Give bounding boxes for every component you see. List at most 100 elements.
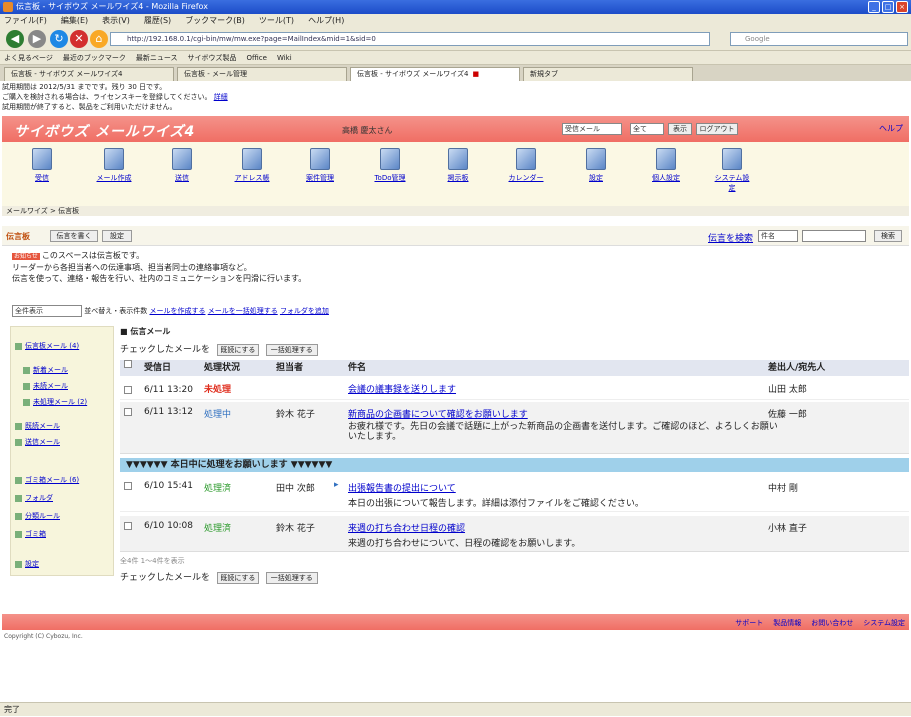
col-subject[interactable]: 件名 [348,360,366,376]
icon-label: 受信 [35,174,49,182]
select-all-checkbox[interactable] [124,360,132,368]
close-tab-icon[interactable]: ■ [472,70,479,78]
footer-link[interactable]: 製品情報 [773,618,801,628]
compose-icon[interactable]: メール作成 [94,148,134,183]
bookmark-item[interactable]: 最近のブックマーク [63,51,126,64]
settings-icon[interactable]: 設定 [576,148,616,183]
search-field-select[interactable]: 件名 [758,230,798,242]
col-status[interactable]: 処理状況 [204,360,240,376]
system-settings-icon[interactable]: システム設定 [712,148,752,193]
sidebar-item-unread[interactable]: 未読メール [23,381,68,391]
close-button[interactable]: × [896,1,908,13]
table-row[interactable]: 6/11 13:12 処理中 鈴木 花子 新商品の企画書について確認をお願いしま… [120,402,909,454]
footer-link[interactable]: お問い合わせ [811,618,853,628]
info-detail-link[interactable]: 詳細 [214,93,228,101]
table-header: 受信日 処理状況 担当者 件名 差出人/宛先人 [120,360,909,376]
bookmark-item[interactable]: Wiki [277,51,292,64]
icon-label: システム設定 [714,174,750,192]
case-icon[interactable]: 案件管理 [300,148,340,183]
mail-subject[interactable]: 会議の議事録を送りします [348,380,456,400]
write-message-button[interactable]: 伝言を書く [50,230,98,242]
bookmark-item[interactable]: 最新ニュース [136,51,178,64]
menu-history[interactable]: 履歴(S) [144,14,171,27]
sidebar-item-rules[interactable]: 分類ルール [15,511,60,521]
mail-subject[interactable]: 新商品の企画書について確認をお願いします [348,407,528,420]
table-row[interactable]: 6/10 15:41 処理済 田中 次郎 ▸ 出張報告書の提出について 中村 剛… [120,476,909,512]
menu-file[interactable]: ファイル(F) [4,14,47,27]
show-button[interactable]: 表示 [668,123,692,135]
message-search-input[interactable] [802,230,866,242]
mailbox-select[interactable]: 受信メール [562,123,622,135]
maximize-button[interactable]: □ [882,1,894,13]
help-link[interactable]: ヘルプ [879,123,903,134]
bulk-process-button[interactable]: 一括処理する [265,572,318,584]
footer-link[interactable]: システム設定 [863,618,905,628]
bulk-process-link[interactable]: メールを一括処理する [208,307,278,315]
back-icon[interactable]: ◀ [6,30,24,48]
minimize-button[interactable]: _ [868,1,880,13]
menu-view[interactable]: 表示(V) [102,14,130,27]
mail-subject[interactable]: 来週の打ち合わせ日程の確認 [348,521,465,534]
col-owner[interactable]: 担当者 [276,360,303,376]
browser-tab-active[interactable]: 伝言板 - サイボウズ メールワイズ4 ■ [350,67,520,81]
row-checkbox[interactable] [124,482,132,490]
icon-label: メール作成 [96,174,132,182]
sidebar-item-unprocessed[interactable]: 未処理メール (2) [23,397,87,407]
message-search-label[interactable]: 伝言を検索 [708,231,753,244]
calendar-icon[interactable]: カレンダー [506,148,546,183]
row-checkbox[interactable] [124,386,132,394]
menu-help[interactable]: ヘルプ(H) [308,14,344,27]
reload-icon[interactable]: ↻ [50,30,68,48]
folder-name: 伝言メール [130,327,171,336]
sidebar-item-folder[interactable]: フォルダ [15,493,53,503]
sidebar-item-settings[interactable]: 設定 [15,559,39,569]
sidebar-item-sent[interactable]: 送信メール [15,437,60,447]
board-icon[interactable]: 掲示板 [438,148,478,183]
search-button[interactable]: 検索 [874,230,902,242]
forward-icon[interactable]: ▶ [28,30,46,48]
row-checkbox[interactable] [124,522,132,530]
mail-subject[interactable]: 出張報告書の提出について [348,481,456,494]
menu-tools[interactable]: ツール(T) [259,14,294,27]
create-mail-link[interactable]: メールを作成する [149,307,205,315]
personal-settings-icon[interactable]: 個人設定 [646,148,686,183]
sidebar-item-garbage[interactable]: ゴミ箱 [15,529,46,539]
table-row[interactable]: 6/11 13:20 未処理 会議の議事録を送りします 山田 太郎 [120,380,909,400]
mark-read-button[interactable]: 既読にする [216,572,259,584]
add-folder-link[interactable]: フォルダを追加 [280,307,329,315]
bookmark-item[interactable]: よく見るページ [4,51,53,64]
bookmark-item[interactable]: サイボウズ製品 [188,51,237,64]
footer-link[interactable]: サポート [735,618,763,628]
row-checkbox[interactable] [124,408,132,416]
bookmarks-toolbar: よく見るページ 最近のブックマーク 最新ニュース サイボウズ製品 Office … [0,51,911,65]
menu-edit[interactable]: 編集(E) [61,14,88,27]
section-settings-button[interactable]: 設定 [102,230,132,242]
col-from[interactable]: 差出人/宛先人 [768,360,825,376]
browser-tab[interactable]: 新規タブ [523,67,693,81]
address-bar[interactable]: http://192.168.0.1/cgi-bin/mw/mw.exe?pag… [110,32,710,46]
mail-list: ■ 伝言メール チェックしたメールを 既読にする 一括処理する 受信日 処理状況… [120,326,909,596]
sidebar-item-new[interactable]: 新着メール [23,365,68,375]
send-icon[interactable]: 送信 [162,148,202,183]
mark-read-button[interactable]: 既読にする [216,344,259,356]
browser-tab[interactable]: 伝言板 - メール管理 [177,67,347,81]
view-select[interactable]: 全件表示 [12,305,82,317]
browser-tab[interactable]: 伝言板 - サイボウズ メールワイズ4 [4,67,174,81]
sidebar-item-trash[interactable]: ゴミ箱メール (6) [15,475,79,485]
search-input[interactable]: Google [730,32,908,46]
sidebar-item-read[interactable]: 既読メール [15,421,60,431]
table-row[interactable]: 6/10 10:08 処理済 鈴木 花子 来週の打ち合わせ日程の確認 小林 直子… [120,516,909,552]
bookmark-item[interactable]: Office [247,51,267,64]
filter-select[interactable]: 全て [630,123,664,135]
menu-bookmarks[interactable]: ブックマーク(B) [185,14,245,27]
logout-button[interactable]: ログアウト [696,123,738,135]
sidebar-item-board[interactable]: 伝言板メール (4) [15,341,79,351]
stop-icon[interactable]: ✕ [70,30,88,48]
firefox-icon [3,2,13,12]
bulk-process-button[interactable]: 一括処理する [265,344,318,356]
address-book-icon[interactable]: アドレス帳 [232,148,272,183]
col-date[interactable]: 受信日 [144,360,171,376]
todo-icon[interactable]: ToDo管理 [370,148,410,183]
home-icon[interactable]: ⌂ [90,30,108,48]
receive-icon[interactable]: 受信 [22,148,62,183]
